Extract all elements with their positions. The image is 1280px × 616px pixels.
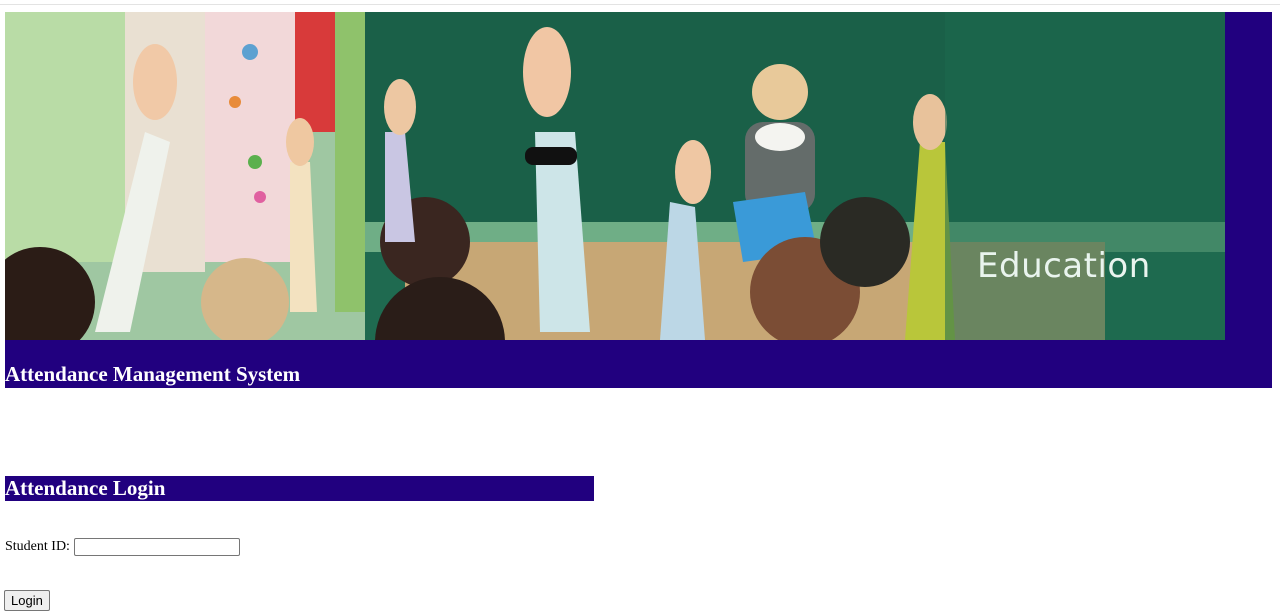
banner-image: Education (5, 12, 1225, 340)
top-divider (0, 4, 1280, 5)
banner-caption: Education (977, 246, 1151, 286)
classroom-illustration (5, 12, 1225, 340)
site-title: Attendance Management System (5, 362, 301, 386)
student-id-label: Student ID: (5, 539, 70, 554)
site-header: Education Attendance Management System (5, 12, 1272, 388)
student-id-row: Student ID: (5, 537, 240, 557)
student-id-input[interactable] (73, 538, 240, 556)
login-button[interactable]: Login (4, 590, 50, 611)
login-heading: Attendance Login (5, 476, 594, 501)
